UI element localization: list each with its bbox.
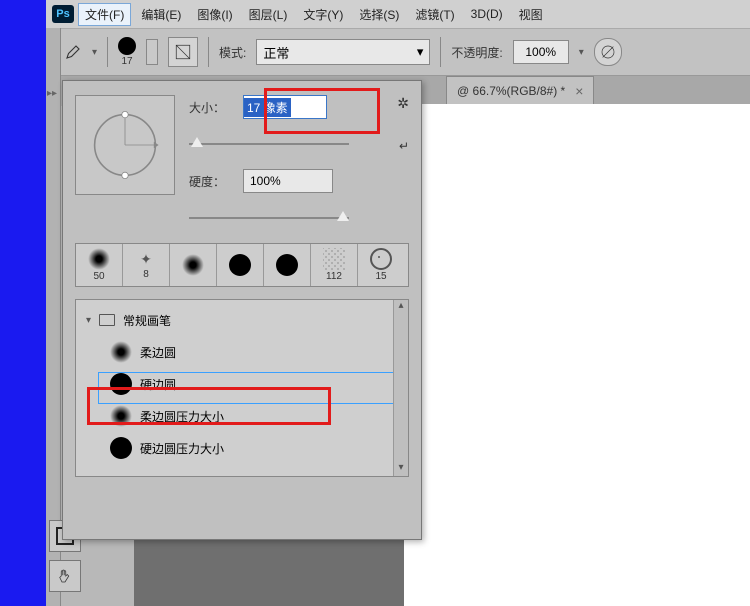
brush-item-label: 硬边圆压力大小	[140, 440, 224, 457]
brush-quick-swatches: 50 ✦ 8 112 15	[75, 243, 409, 287]
brush-item-label: 柔边圆压力大小	[140, 408, 224, 425]
spray-brush-icon: ✦	[140, 251, 152, 268]
expand-icon: ▸▸	[47, 88, 57, 99]
brush-size-value: 17 像素	[244, 98, 291, 117]
scroll-down-icon[interactable]: ▾	[394, 462, 408, 476]
menubar: Ps 文件(F) 编辑(E) 图像(I) 图层(L) 文字(Y) 选择(S) 滤…	[46, 0, 750, 29]
soft-round-icon	[110, 341, 132, 363]
menu-image[interactable]: 图像(I)	[191, 4, 238, 25]
swatch-soft-50[interactable]: 50	[76, 244, 123, 286]
brush-item-hard-pressure[interactable]: 硬边圆压力大小	[76, 432, 408, 464]
menu-filter[interactable]: 滤镜(T)	[409, 4, 460, 25]
brush-hardness-slider[interactable]	[189, 211, 349, 225]
brush-preset-popover: ✲ ↵ 大小： 17 像素 硬度：	[62, 80, 422, 540]
opacity-input[interactable]: 100%	[513, 40, 569, 64]
brush-folder[interactable]: ▾ 常规画笔	[76, 304, 408, 336]
hand-tool[interactable]	[49, 560, 81, 592]
brush-angle-control[interactable]	[75, 95, 175, 195]
soft-round-icon	[110, 405, 132, 427]
separator	[107, 37, 108, 67]
brush-size-slider[interactable]	[189, 137, 349, 151]
brush-panel-toggle-icon[interactable]	[168, 37, 198, 67]
menu-edit[interactable]: 编辑(E)	[135, 4, 187, 25]
hard-round-icon	[110, 373, 132, 395]
brush-size-readout: 17	[121, 56, 132, 67]
separator	[440, 37, 441, 67]
target-brush-icon	[370, 248, 392, 270]
opacity-label: 不透明度:	[451, 44, 502, 61]
app-logo: Ps	[52, 5, 74, 23]
blend-mode-value: 正常	[263, 43, 289, 62]
brush-item-hard-round[interactable]: 硬边圆	[76, 368, 408, 400]
swatch-target-15[interactable]: 15	[358, 244, 404, 286]
document-tab[interactable]: @ 66.7%(RGB/8#) * ×	[446, 76, 594, 106]
brush-item-soft-pressure[interactable]: 柔边圆压力大小	[76, 400, 408, 432]
menu-type[interactable]: 文字(Y)	[297, 4, 349, 25]
opacity-dropdown-icon[interactable]: ▾	[579, 47, 584, 58]
menu-3d[interactable]: 3D(D)	[465, 5, 509, 23]
hard-round-icon	[110, 437, 132, 459]
brush-preset-dropdown[interactable]	[146, 39, 158, 65]
brush-item-label: 硬边圆	[140, 376, 176, 393]
flyout-icon[interactable]: ↵	[399, 139, 409, 153]
soft-brush-icon	[88, 248, 110, 270]
tool-dropdown-icon[interactable]: ▾	[92, 47, 97, 58]
brush-hardness-value: 100%	[250, 174, 281, 188]
swatch-hard[interactable]	[217, 244, 264, 286]
swatch-hard2[interactable]	[264, 244, 311, 286]
brush-size-input[interactable]: 17 像素	[243, 95, 327, 119]
swatch-texture-112[interactable]: 112	[311, 244, 358, 286]
options-bar: ▾ 17 模式: 正常 ▾ 不透明度: 100% ▾	[46, 29, 750, 76]
canvas[interactable]	[404, 104, 750, 606]
menu-layer[interactable]: 图层(L)	[243, 4, 294, 25]
tree-scrollbar[interactable]: ▴ ▾	[393, 300, 408, 476]
swatch-soft[interactable]	[170, 244, 217, 286]
menu-view[interactable]: 视图	[513, 4, 549, 25]
blend-mode-select[interactable]: 正常 ▾	[256, 39, 430, 65]
chevron-down-icon: ▾	[417, 44, 424, 60]
brush-tool-icon[interactable]	[64, 43, 82, 61]
brush-item-soft-round[interactable]: 柔边圆	[76, 336, 408, 368]
opacity-value: 100%	[525, 45, 556, 59]
scroll-up-icon[interactable]: ▴	[394, 300, 408, 314]
brush-dot-icon	[118, 37, 136, 55]
folder-icon	[99, 314, 115, 326]
brush-folder-label: 常规画笔	[123, 312, 171, 329]
brush-preset-thumb[interactable]: 17	[118, 37, 136, 67]
hard-brush-icon	[276, 254, 298, 276]
hard-brush-icon	[229, 254, 251, 276]
soft-brush-icon	[182, 254, 204, 276]
brush-hardness-input[interactable]: 100%	[243, 169, 333, 193]
menu-select[interactable]: 选择(S)	[353, 4, 405, 25]
brush-tree: ▾ 常规画笔 柔边圆 硬边圆 柔边圆压力大小 硬边圆压力大小	[75, 299, 409, 477]
menu-file[interactable]: 文件(F)	[78, 3, 131, 26]
separator	[208, 37, 209, 67]
chevron-down-icon: ▾	[86, 315, 91, 326]
close-icon[interactable]: ×	[575, 83, 583, 99]
gear-icon[interactable]: ✲	[397, 95, 409, 112]
swatch-spray-8[interactable]: ✦ 8	[123, 244, 170, 286]
brush-item-label: 柔边圆	[140, 344, 176, 361]
size-label: 大小：	[189, 99, 235, 116]
mode-label: 模式:	[219, 44, 246, 61]
pressure-opacity-toggle[interactable]	[594, 38, 622, 66]
hardness-label: 硬度：	[189, 173, 235, 190]
document-tab-title: @ 66.7%(RGB/8#) *	[457, 84, 565, 98]
texture-brush-icon	[323, 248, 345, 270]
